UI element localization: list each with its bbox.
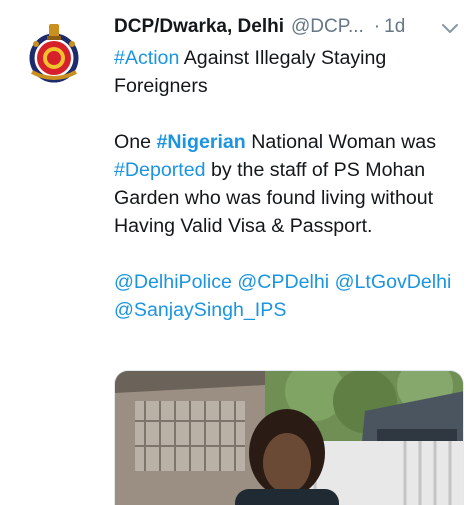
mention-delhipolice[interactable]: @DelhiPolice <box>114 271 232 293</box>
delhi-police-emblem-icon <box>29 24 79 83</box>
hashtag-action[interactable]: #Action <box>114 47 179 69</box>
tweet-media-photo[interactable] <box>114 370 464 505</box>
hashtag-deported[interactable]: #Deported <box>114 159 206 181</box>
tweet-line-1: #Action Against Illegaly Staying Foreign… <box>114 44 464 100</box>
mention-cpdelhi[interactable]: @CPDelhi <box>237 271 329 293</box>
photo-image <box>115 371 463 505</box>
tweet-text-segment: National Woman was <box>245 131 436 153</box>
display-name[interactable]: DCP/Dwarka, Delhi <box>114 16 284 38</box>
tweet-paragraph-2: One #Nigerian National Woman was #Deport… <box>114 128 464 240</box>
tweet-text-segment: One <box>114 131 157 153</box>
tweet-header: DCP/Dwarka, Delhi @DCP... · 1d <box>114 10 464 44</box>
tweet-timestamp[interactable]: 1d <box>384 16 405 38</box>
mention-ltgovdelhi[interactable]: @LtGovDelhi <box>335 271 452 293</box>
avatar[interactable] <box>18 14 90 86</box>
user-handle[interactable]: @DCP... <box>291 16 364 38</box>
tweet-mentions: @DelhiPolice @CPDelhi @LtGovDelhi @Sanja… <box>114 268 464 324</box>
chevron-down-icon[interactable] <box>440 18 460 38</box>
tweet-text: #Action Against Illegaly Staying Foreign… <box>114 44 464 324</box>
mention-sanjaysingh-ips[interactable]: @SanjaySingh_IPS <box>114 299 286 321</box>
hashtag-nigerian[interactable]: #Nigerian <box>156 131 245 153</box>
separator-dot: · <box>373 16 381 37</box>
